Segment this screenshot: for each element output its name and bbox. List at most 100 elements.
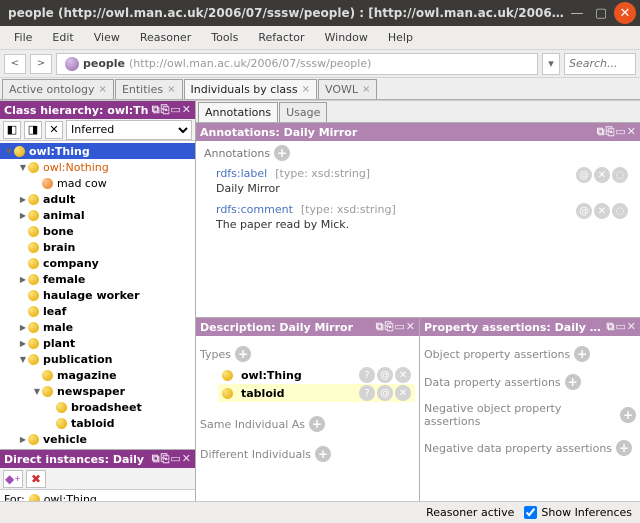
tree-arrow-icon[interactable]: ▶ (18, 275, 28, 284)
tree-arrow-icon[interactable]: ▶ (18, 195, 28, 204)
tree-node[interactable]: ▶animal (0, 207, 195, 223)
add-assertion-button[interactable]: + (616, 440, 632, 456)
menu-reasoner[interactable]: Reasoner (132, 29, 199, 46)
search-input[interactable] (564, 53, 636, 75)
nav-back-button[interactable]: < (4, 54, 26, 74)
menu-edit[interactable]: Edit (44, 29, 81, 46)
explain-button[interactable]: ? (359, 367, 375, 383)
annotation-property[interactable]: rdfs:label (216, 167, 267, 180)
panel-close-icon[interactable]: ✕ (182, 103, 191, 117)
tab-individuals-by-class[interactable]: Individuals by class× (184, 79, 318, 99)
type-row[interactable]: tabloid?@✕ (218, 384, 415, 402)
edit-button[interactable]: @ (377, 385, 393, 401)
add-different-button[interactable]: + (315, 446, 331, 462)
annotation-delete-button[interactable]: ✕ (594, 203, 610, 219)
tree-node[interactable]: mad cow (0, 175, 195, 191)
panel-view-icon[interactable]: ⧉ (152, 452, 160, 466)
add-assertion-button[interactable]: + (574, 346, 590, 362)
panel-view-icon[interactable]: ⧉ (607, 320, 615, 334)
tree-node[interactable]: ▼newspaper (0, 383, 195, 399)
add-annotation-button[interactable]: + (274, 145, 290, 161)
add-subclass-button[interactable]: ◨ (24, 121, 42, 139)
edit-button[interactable]: @ (377, 367, 393, 383)
tree-node[interactable]: brain (0, 239, 195, 255)
tree-node[interactable]: company (0, 255, 195, 271)
panel-min-icon[interactable]: ▭ (615, 125, 625, 139)
tree-arrow-icon[interactable]: ▶ (18, 435, 28, 444)
add-same-as-button[interactable]: + (309, 416, 325, 432)
tree-arrow-icon[interactable]: ▼ (18, 163, 28, 172)
panel-close-icon[interactable]: ✕ (182, 452, 191, 466)
panel-view-icon[interactable]: ⧉ (152, 103, 160, 117)
tree-arrow-icon[interactable]: ▼ (4, 147, 14, 156)
ontology-dropdown-button[interactable]: ▾ (542, 53, 560, 75)
sub-tab-annotations[interactable]: Annotations (198, 102, 278, 122)
tree-arrow-icon[interactable]: ▶ (18, 323, 28, 332)
delete-class-button[interactable]: ✕ (45, 121, 63, 139)
menu-window[interactable]: Window (317, 29, 376, 46)
class-tree[interactable]: ▼owl:Thing▼owl:Nothingmad cow▶adult▶anim… (0, 141, 195, 449)
show-inferences-toggle[interactable]: Show Inferences (524, 506, 632, 519)
add-class-button[interactable]: ◧ (3, 121, 21, 139)
tree-node[interactable]: leaf (0, 303, 195, 319)
annotation-edit-button[interactable]: @ (576, 203, 592, 219)
tree-arrow-icon[interactable]: ▼ (18, 355, 28, 364)
delete-button[interactable]: ✕ (395, 385, 411, 401)
delete-individual-button[interactable]: ✖ (26, 470, 46, 488)
tab-entities[interactable]: Entities× (115, 79, 183, 99)
tree-node[interactable]: ▼owl:Nothing (0, 159, 195, 175)
show-inferences-checkbox[interactable] (524, 506, 537, 519)
close-icon[interactable]: × (302, 84, 310, 95)
close-icon[interactable]: × (99, 84, 107, 95)
menu-view[interactable]: View (86, 29, 128, 46)
annotation-delete-button[interactable]: ✕ (594, 167, 610, 183)
panel-pin-icon[interactable]: ⎘ (606, 125, 615, 139)
panel-pin-icon[interactable]: ⎘ (161, 452, 170, 466)
type-row[interactable]: owl:Thing?@✕ (218, 366, 415, 384)
close-icon[interactable]: × (167, 84, 175, 95)
panel-min-icon[interactable]: ▭ (170, 103, 180, 117)
panel-min-icon[interactable]: ▭ (615, 320, 625, 334)
window-maximize-button[interactable]: ▢ (590, 2, 612, 24)
tree-node[interactable]: haulage worker (0, 287, 195, 303)
add-individual-button[interactable]: ◆+ (3, 470, 23, 488)
panel-pin-icon[interactable]: ⎘ (161, 103, 170, 117)
annotation-edit-button[interactable]: @ (576, 167, 592, 183)
window-close-button[interactable]: ✕ (614, 2, 636, 24)
panel-close-icon[interactable]: ✕ (627, 125, 636, 139)
tree-node[interactable]: ▶plant (0, 335, 195, 351)
panel-pin-icon[interactable]: ⎘ (385, 320, 394, 334)
panel-min-icon[interactable]: ▭ (394, 320, 404, 334)
close-icon[interactable]: × (362, 84, 370, 95)
tree-node[interactable]: ▼publication (0, 351, 195, 367)
panel-view-icon[interactable]: ⧉ (597, 125, 605, 139)
sub-tab-usage[interactable]: Usage (279, 102, 327, 122)
tree-node[interactable]: ▶vehicle (0, 431, 195, 447)
tree-node[interactable]: ▼owl:Thing (0, 143, 195, 159)
tab-vowl[interactable]: VOWL× (318, 79, 377, 99)
delete-button[interactable]: ✕ (395, 367, 411, 383)
tree-node[interactable]: broadsheet (0, 399, 195, 415)
panel-min-icon[interactable]: ▭ (170, 452, 180, 466)
nav-forward-button[interactable]: > (30, 54, 52, 74)
panel-close-icon[interactable]: ✕ (627, 320, 636, 334)
add-type-button[interactable]: + (235, 346, 251, 362)
hierarchy-mode-select[interactable]: Inferred (66, 120, 192, 140)
tree-arrow-icon[interactable]: ▼ (32, 387, 42, 396)
annotation-options-button[interactable]: ◌ (612, 203, 628, 219)
menu-tools[interactable]: Tools (203, 29, 246, 46)
annotation-options-button[interactable]: ◌ (612, 167, 628, 183)
tree-arrow-icon[interactable]: ▶ (18, 339, 28, 348)
annotation-property[interactable]: rdfs:comment (216, 203, 293, 216)
tree-arrow-icon[interactable]: ▶ (18, 211, 28, 220)
ontology-path[interactable]: people (http://owl.man.ac.uk/2006/07/sss… (56, 53, 538, 75)
tree-node[interactable]: ▶male (0, 319, 195, 335)
window-minimize-button[interactable]: — (566, 2, 588, 24)
add-assertion-button[interactable]: + (565, 374, 581, 390)
panel-close-icon[interactable]: ✕ (406, 320, 415, 334)
tree-node[interactable]: ▶adult (0, 191, 195, 207)
tree-node[interactable]: bone (0, 223, 195, 239)
explain-button[interactable]: ? (359, 385, 375, 401)
add-assertion-button[interactable]: + (620, 407, 636, 423)
menu-help[interactable]: Help (380, 29, 421, 46)
